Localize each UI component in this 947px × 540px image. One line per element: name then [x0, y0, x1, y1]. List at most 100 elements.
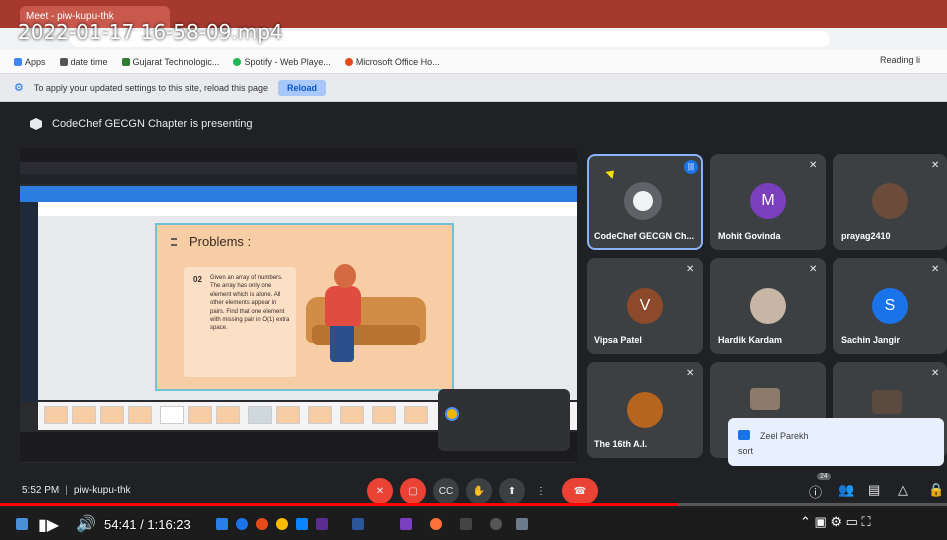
app-icon[interactable] — [296, 518, 308, 530]
shared-bookmarks — [20, 174, 577, 184]
info-icon[interactable]: ⓘ — [809, 482, 822, 501]
raise-hand-icon[interactable]: ✋ — [466, 478, 492, 504]
windows-icon[interactable] — [16, 518, 28, 530]
avatar: V — [627, 288, 663, 324]
avatar — [872, 390, 902, 414]
presenting-banner: CodeChef GECGN Chapter is presenting — [20, 110, 580, 138]
slide-thumb — [128, 406, 152, 424]
person-illustration — [325, 286, 361, 326]
reload-button[interactable]: Reload — [278, 79, 327, 96]
mic-off-icon: ✕ — [809, 264, 818, 275]
app-icon[interactable] — [316, 518, 328, 530]
infobar-text: To apply your updated settings to this s… — [33, 82, 269, 93]
reading-list[interactable]: Reading li — [880, 55, 920, 65]
activities-icon[interactable]: △ — [898, 482, 908, 498]
meeting-code: piw-kupu-thk — [73, 485, 131, 496]
mic-off-icon: ✕ — [931, 368, 940, 379]
participant-name: Mohit Govinda — [718, 231, 781, 241]
avatar: M — [750, 183, 786, 219]
video-title: 2022-01-17 16-58-09.mp4 — [18, 20, 283, 44]
mic-off-icon[interactable]: ✕ — [367, 478, 393, 504]
avatar: S — [872, 288, 908, 324]
mic-off-icon: ✕ — [809, 160, 818, 171]
mic-off-icon: ✕ — [686, 264, 695, 275]
mic-off-icon: ✕ — [931, 160, 940, 171]
people-count-badge: 24 — [817, 473, 831, 480]
app-icon[interactable] — [352, 518, 364, 530]
chat-message: sort — [738, 446, 754, 456]
app-icon[interactable] — [516, 518, 528, 530]
bookmark-spotify[interactable]: Spotify - Web Playe... — [233, 57, 331, 67]
slide-thumb — [160, 406, 184, 424]
slide-thumb — [188, 406, 212, 424]
app-icon[interactable] — [216, 518, 228, 530]
avatar — [627, 392, 663, 428]
participant-name: Sachin Jangir — [841, 335, 901, 345]
sofa-seat — [312, 325, 420, 345]
app-icon[interactable] — [256, 518, 268, 530]
bookmark-date-time[interactable]: date time — [59, 57, 108, 67]
camera-off-icon[interactable]: ▢ — [400, 478, 426, 504]
video-progress-fill — [0, 503, 679, 506]
settings-infobar: ⚙ To apply your updated settings to this… — [0, 74, 947, 102]
app-icon[interactable] — [400, 518, 412, 530]
slide-thumb — [100, 406, 124, 424]
app-icon[interactable] — [276, 518, 288, 530]
bookmark-icon — [59, 57, 68, 66]
chrome-icon — [445, 407, 459, 421]
end-call-icon[interactable]: ☎ — [562, 478, 598, 504]
volume-icon[interactable]: 🔊 — [76, 514, 96, 534]
person-legs — [330, 322, 354, 362]
bookmark-gtu[interactable]: Gujarat Technologic... — [121, 57, 219, 67]
player-controls[interactable]: ⌃ ▣ ⚙ ▭ ⛶ — [800, 514, 871, 530]
speaking-indicator-icon: ||| — [684, 160, 698, 174]
slide-thumb — [248, 406, 272, 424]
play-icon[interactable]: ▮▶ — [38, 515, 59, 535]
menu-icon — [171, 238, 177, 246]
video-time: 54:41 / 1:16:23 — [104, 517, 191, 532]
chat-icon[interactable]: ▤ — [868, 482, 880, 498]
chat-icon — [738, 430, 750, 440]
slide-thumb — [372, 406, 396, 424]
avatar — [750, 388, 780, 410]
avatar — [750, 288, 786, 324]
slide-number: 02 — [193, 275, 202, 284]
slide-thumb — [340, 406, 364, 424]
person-head — [334, 264, 356, 288]
people-icon[interactable]: 👥 — [838, 482, 854, 498]
chat-notification[interactable] — [728, 418, 944, 466]
present-icon[interactable]: ⬆ — [499, 478, 525, 504]
shared-tab-strip — [20, 148, 577, 162]
codechef-logo-inner — [633, 191, 653, 211]
chat-sender: Zeel Parekh — [760, 431, 809, 441]
apps-icon — [14, 57, 22, 66]
app-icon[interactable] — [460, 518, 472, 530]
mic-off-icon: ✕ — [686, 368, 695, 379]
bookmark-office[interactable]: Microsoft Office Ho... — [344, 57, 440, 67]
bookmark-icon — [121, 57, 130, 66]
app-icon[interactable] — [430, 518, 442, 530]
avatar — [872, 183, 908, 219]
shared-presenting-toast — [438, 389, 570, 451]
bookmarks-bar: Apps date time Gujarat Technologic... Sp… — [0, 50, 947, 74]
more-icon[interactable]: ⋮ — [532, 478, 550, 504]
participant-name: Hardik Kardam — [718, 335, 783, 345]
clock: 5:52 PM — [22, 485, 60, 496]
slide-body: Given an array of numbers. The array has… — [210, 275, 290, 332]
app-icon[interactable] — [236, 518, 248, 530]
host-controls-icon[interactable]: 🔒 — [928, 482, 944, 498]
mic-off-icon: ✕ — [931, 264, 940, 275]
separator: | — [65, 485, 68, 496]
bookmark-apps[interactable]: Apps — [14, 57, 46, 67]
slide-thumb — [308, 406, 332, 424]
participant-name: prayag2410 — [841, 231, 891, 241]
captions-icon[interactable]: CC — [433, 478, 459, 504]
shared-editor-toolbar — [38, 202, 577, 216]
hexagon-icon — [30, 118, 42, 130]
shared-editor-sidebar — [20, 202, 38, 402]
app-icon[interactable] — [490, 518, 502, 530]
presenting-text: CodeChef GECGN Chapter is presenting — [52, 118, 253, 130]
meeting-details: 5:52 PM | piw-kupu-thk — [22, 485, 131, 496]
gear-icon: ⚙ — [14, 82, 24, 94]
slide-thumb — [404, 406, 428, 424]
